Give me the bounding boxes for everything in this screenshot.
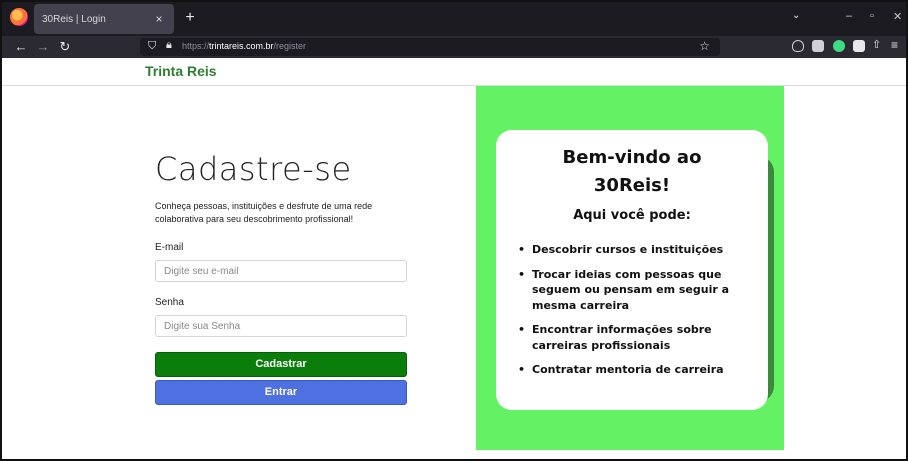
browser-tab[interactable]: 30Reis | Login × [34,4,174,34]
bookmark-star-icon[interactable]: ☆ [699,39,710,53]
features-list: Descobrir cursos e instituições Trocar i… [518,242,754,387]
extension-green-icon[interactable] [833,40,845,52]
minimize-icon[interactable]: – [846,10,852,22]
register-form: Cadastre-se Conheça pessoas, instituiçõe… [155,150,415,405]
extension-icon[interactable] [812,40,824,52]
extensions-puzzle-icon[interactable]: ⇧ [872,38,884,51]
reader-icon[interactable] [853,40,865,52]
welcome-title-line2: 30Reis! [593,175,671,196]
browser-tab-bar: 30Reis | Login × + ⌄ – ▫ ✕ [0,0,908,36]
list-item: Trocar ideias com pessoas que seguem ou … [518,267,754,314]
page-title: Cadastre-se [155,150,352,188]
list-item: Encontrar informações sobre carreiras pr… [518,322,754,353]
brand-logo[interactable]: Trinta Reis [145,63,217,79]
page: Trinta Reis Cadastre-se Conheça pessoas,… [0,58,908,461]
url-bar[interactable]: ⛉ 🔒︎ https://trintareis.com.br/register … [140,38,720,56]
welcome-card: Bem-vindo ao 30Reis! Aqui você pode: Des… [496,130,768,410]
close-window-icon[interactable]: ✕ [893,10,902,23]
welcome-title-line1: Bem-vindo ao [562,147,702,168]
email-label: E-mail [155,242,184,253]
enter-button[interactable]: Entrar [155,380,407,405]
password-label: Senha [155,297,184,308]
pocket-icon[interactable] [792,40,804,52]
welcome-panel: Bem-vindo ao 30Reis! Aqui você pode: Des… [476,86,784,450]
email-field[interactable] [155,260,407,282]
back-arrow-icon[interactable]: ← [12,39,30,55]
site-header: Trinta Reis [0,58,908,86]
restore-icon[interactable]: ▫ [870,10,874,22]
tab-title: 30Reis | Login [42,13,106,25]
menu-hamburger-icon[interactable]: ≡ [891,38,903,52]
tracking-shield-icon[interactable]: ⛉ [148,40,156,53]
forward-arrow-icon[interactable]: → [34,39,52,55]
welcome-subtitle: Aqui você pode: [573,208,691,223]
browser-nav-bar: ← → ↻ ⛉ 🔒︎ https://trintareis.com.br/reg… [0,36,908,58]
new-tab-button[interactable]: + [180,8,200,28]
firefox-logo-icon [10,8,28,26]
welcome-title: Bem-vindo ao 30Reis! [496,144,768,200]
password-field[interactable] [155,315,407,337]
list-item: Contratar mentoria de carreira [518,362,754,378]
register-button[interactable]: Cadastrar [155,352,407,377]
reload-icon[interactable]: ↻ [56,39,74,55]
url-text[interactable]: https://trintareis.com.br/register [182,41,306,51]
list-item: Descobrir cursos e instituições [518,242,754,258]
lock-icon[interactable]: 🔒︎ [166,39,172,52]
list-tabs-chevron-icon[interactable]: ⌄ [792,10,800,21]
form-description: Conheça pessoas, instituições e desfrute… [155,201,373,224]
tab-close-icon[interactable]: × [152,12,166,26]
